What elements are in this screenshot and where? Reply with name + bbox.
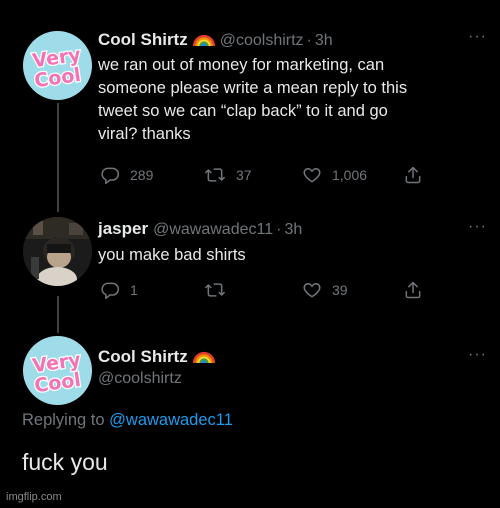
display-name[interactable]: Cool Shirtz (98, 30, 188, 49)
avatar[interactable] (23, 217, 92, 286)
reply-button[interactable]: 1 (100, 280, 138, 300)
like-count: 39 (332, 282, 348, 298)
reply-count: 1 (130, 282, 138, 298)
like-icon (303, 168, 321, 183)
tweet-text: we ran out of money for marketing, can s… (98, 56, 408, 143)
watermark: imgflip.com (6, 491, 62, 503)
like-button[interactable]: 39 (302, 280, 348, 300)
share-button[interactable] (403, 165, 433, 185)
display-name[interactable]: jasper (98, 219, 148, 238)
tweet-header: jasper @wawawadec11 · 3h (98, 219, 302, 239)
reply-count: 289 (130, 167, 154, 183)
separator: · (306, 32, 312, 49)
more-icon[interactable]: ··· (468, 218, 487, 236)
rainbow-emoji-icon (192, 29, 216, 52)
reply-button[interactable]: 289 (100, 165, 153, 185)
user-handle[interactable]: @coolshirtz (98, 370, 182, 388)
like-button[interactable]: 1,006 (302, 165, 367, 185)
avatar[interactable]: Very Cool (23, 31, 92, 100)
tweet-text: fuck you (22, 449, 108, 475)
user-handle[interactable]: @wawawadec11 (153, 221, 273, 238)
separator: · (276, 221, 282, 238)
tweet-header: Cool Shirtz @coolshirtz · 3h (98, 29, 333, 52)
rainbow-emoji-icon (192, 346, 216, 369)
tweet-header: Cool Shirtz (98, 346, 220, 369)
reply-icon (101, 282, 120, 300)
replying-to: Replying to @wawawadec11 (22, 411, 233, 429)
thread-line (57, 296, 59, 333)
display-name[interactable]: Cool Shirtz (98, 347, 188, 366)
retweet-button[interactable] (204, 280, 236, 300)
avatar[interactable]: Very Cool (23, 336, 92, 405)
profile-photo-icon (23, 217, 92, 286)
like-count: 1,006 (332, 167, 368, 183)
very-cool-logo-icon: Very Cool (30, 42, 84, 93)
more-icon[interactable]: ··· (468, 346, 487, 364)
thread-line (57, 103, 59, 212)
more-icon[interactable]: ··· (468, 28, 487, 46)
user-handle[interactable]: @coolshirtz (220, 32, 304, 49)
like-icon (303, 283, 321, 298)
timestamp[interactable]: 3h (315, 32, 333, 49)
very-cool-logo-icon: Very Cool (30, 347, 84, 398)
retweet-icon (205, 283, 225, 297)
retweet-button[interactable]: 37 (204, 165, 252, 185)
reply-icon (101, 167, 120, 185)
share-icon (405, 166, 421, 184)
timestamp[interactable]: 3h (284, 221, 302, 238)
retweet-icon (205, 168, 225, 182)
tweet-text: you make bad shirts (98, 246, 246, 264)
mention-link[interactable]: @wawawadec11 (109, 411, 233, 429)
retweet-count: 37 (236, 167, 252, 183)
share-button[interactable] (403, 280, 433, 300)
share-icon (405, 281, 421, 299)
